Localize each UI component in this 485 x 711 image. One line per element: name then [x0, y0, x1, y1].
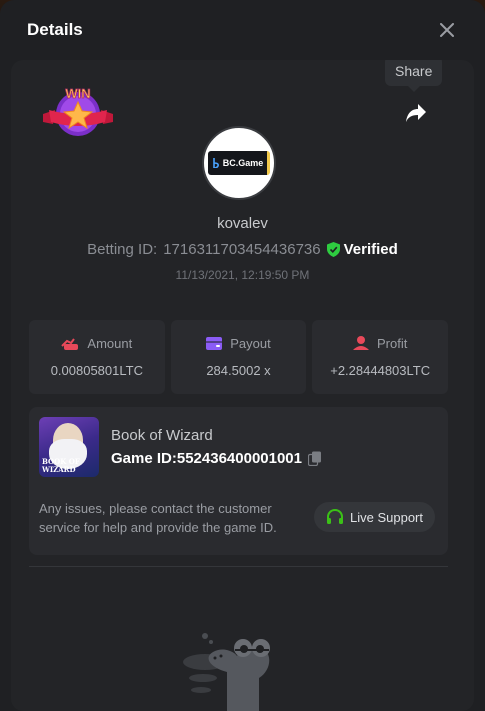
stat-profit-label: Profit: [377, 336, 408, 351]
share-tooltip: Share: [385, 60, 443, 92]
game-id-label: Game ID:: [111, 450, 177, 467]
crocodile-mascot-icon: [181, 628, 281, 711]
amount-icon: [61, 337, 79, 350]
profit-icon: [353, 336, 369, 350]
modal-header: Details: [0, 0, 485, 60]
bet-timestamp: 11/13/2021, 12:19:50 PM: [175, 268, 310, 282]
share-arrow-icon: [406, 104, 426, 122]
close-icon: [440, 23, 454, 37]
modal-title: Details: [27, 20, 83, 39]
verified-badge: Verified: [326, 241, 398, 258]
close-button[interactable]: [436, 19, 458, 41]
stat-profit: Profit +2.28444803LTC: [312, 320, 449, 394]
game-name[interactable]: Book of Wizard: [111, 427, 213, 444]
details-content[interactable]: WIN Share BC.Game kovalev Betting ID: 17…: [11, 60, 474, 711]
details-modal: Details WIN Share BC.Game kovalev Bettin…: [0, 0, 485, 711]
game-id-row: Game ID: 552436400001001: [111, 450, 322, 467]
avatar: BC.Game: [202, 126, 276, 200]
verified-label: Verified: [343, 241, 398, 258]
game-id-value: 552436400001001: [176, 450, 302, 467]
wallet-icon: [206, 337, 223, 350]
live-support-label: Live Support: [350, 509, 423, 525]
username: kovalev: [217, 215, 268, 232]
stat-amount-value: 0.00805801LTC: [50, 363, 143, 378]
game-card: BOOK OF WIZARD Book of Wizard Game ID: 55…: [29, 407, 448, 555]
stat-payout-head: Payout: [206, 336, 271, 351]
live-support-button[interactable]: Live Support: [314, 502, 435, 532]
stat-payout-label: Payout: [230, 336, 271, 351]
badge-text: WIN: [65, 86, 90, 101]
betting-id-label: Betting ID:: [87, 241, 158, 258]
stat-profit-head: Profit: [353, 336, 407, 351]
bc-game-logo-icon: BC.Game: [208, 151, 270, 175]
headset-icon: [327, 509, 343, 524]
avatar-brand-text: BC.Game: [222, 158, 264, 168]
copy-icon: [308, 451, 321, 466]
stat-amount: Amount 0.00805801LTC: [29, 320, 165, 394]
support-message: Any issues, please contact the customer …: [39, 501, 277, 535]
shield-check-icon: [326, 242, 340, 257]
stat-amount-label: Amount: [87, 336, 133, 351]
divider: [29, 566, 448, 567]
betting-id-row: Betting ID: 1716311703454436736 Verified: [11, 241, 474, 258]
stat-payout: Payout 284.5002 x: [170, 320, 307, 394]
game-thumb-title: BOOK OF WIZARD: [42, 457, 80, 474]
stat-amount-head: Amount: [61, 336, 132, 351]
share-button[interactable]: [403, 100, 429, 126]
stat-profit-value: +2.28444803LTC: [330, 363, 431, 378]
stat-payout-value: 284.5002 x: [206, 363, 271, 378]
bc-logo-mark-icon: [212, 158, 219, 168]
win-star-badge-icon: WIN: [41, 84, 115, 140]
bet-stats: Amount 0.00805801LTC Payout 284.5002 x P…: [29, 320, 449, 394]
copy-button[interactable]: [308, 451, 322, 466]
betting-id-value: 1716311703454436736: [163, 241, 321, 258]
game-thumbnail[interactable]: BOOK OF WIZARD: [39, 417, 99, 477]
